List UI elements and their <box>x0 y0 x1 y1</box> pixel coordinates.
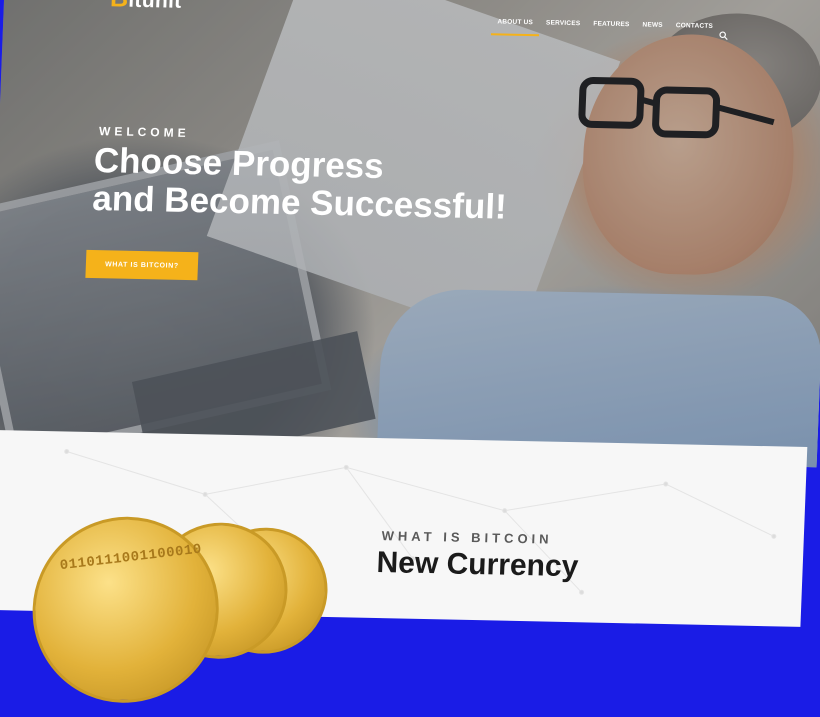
nav-item-news[interactable]: NEWS <box>642 21 663 34</box>
section-title: New Currency <box>375 546 579 584</box>
hero-overlay <box>0 0 820 468</box>
logo-text: itunit <box>127 0 182 13</box>
main-nav: ABOUT US SERVICES FEATURES NEWS CONTACTS <box>497 18 713 36</box>
what-is-bitcoin-button[interactable]: WHAT IS BITCOIN? <box>85 249 199 281</box>
nav-item-contacts[interactable]: CONTACTS <box>675 22 713 36</box>
page: Bitunit ABOUT US SERVICES FEATURES NEWS … <box>0 0 820 705</box>
nav-item-about-us[interactable]: ABOUT US <box>497 18 533 32</box>
logo-bitcoin-letter: B <box>110 0 129 13</box>
about-section: 0110111001100010 WHAT IS BITCOIN New Cur… <box>0 429 808 705</box>
coin-binary-text: 0110111001100010 <box>59 541 203 575</box>
nav-item-services[interactable]: SERVICES <box>546 19 581 33</box>
hero-eyebrow: WELCOME <box>98 124 190 140</box>
hero-headline: Choose Progress and Become Successful! <box>92 141 615 229</box>
search-icon[interactable] <box>719 31 728 41</box>
nav-item-features[interactable]: FEATURES <box>593 20 629 34</box>
brand-logo[interactable]: Bitunit <box>110 0 183 15</box>
hero-section: Bitunit ABOUT US SERVICES FEATURES NEWS … <box>0 0 820 468</box>
